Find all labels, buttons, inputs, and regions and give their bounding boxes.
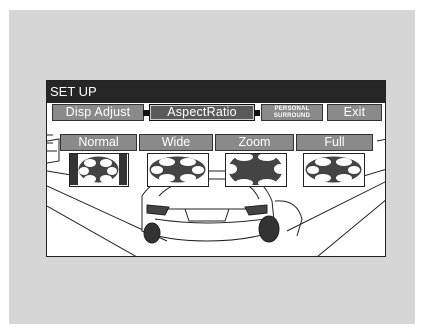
aspect-wide-button[interactable]: Wide bbox=[139, 134, 213, 151]
aspect-normal-button[interactable]: Normal bbox=[60, 134, 137, 151]
aspect-wide-label: Wide bbox=[161, 135, 191, 149]
normal-preview-icon bbox=[69, 153, 129, 187]
aspect-ratio-label: AspectRatio bbox=[167, 105, 237, 119]
wide-preview-icon bbox=[147, 153, 209, 187]
personal-surround-button[interactable]: PERSONAL SURROUND bbox=[261, 104, 323, 121]
aspect-zoom-button[interactable]: Zoom bbox=[215, 134, 294, 151]
disp-adjust-label: Disp Adjust bbox=[65, 105, 131, 119]
aspect-zoom-label: Zoom bbox=[238, 135, 271, 149]
zoom-preview-icon bbox=[225, 151, 287, 188]
personal-surround-label-line2: SURROUND bbox=[273, 112, 311, 119]
aspect-normal-label: Normal bbox=[78, 135, 119, 149]
exit-button[interactable]: Exit bbox=[327, 104, 382, 121]
aspect-full-button[interactable]: Full bbox=[296, 134, 373, 151]
full-preview-icon bbox=[303, 153, 365, 187]
aspect-full-label: Full bbox=[324, 135, 345, 149]
left-edge-ticks bbox=[47, 134, 53, 144]
exit-label: Exit bbox=[343, 105, 366, 119]
window-title: SET UP bbox=[47, 81, 385, 103]
aspect-ratio-button[interactable]: AspectRatio bbox=[149, 104, 255, 121]
disp-adjust-button[interactable]: Disp Adjust bbox=[52, 104, 144, 121]
selection-marker-right bbox=[254, 110, 260, 116]
display-screen: SET UP Disp Adjust AspectRatio PERSONAL … bbox=[46, 80, 386, 257]
